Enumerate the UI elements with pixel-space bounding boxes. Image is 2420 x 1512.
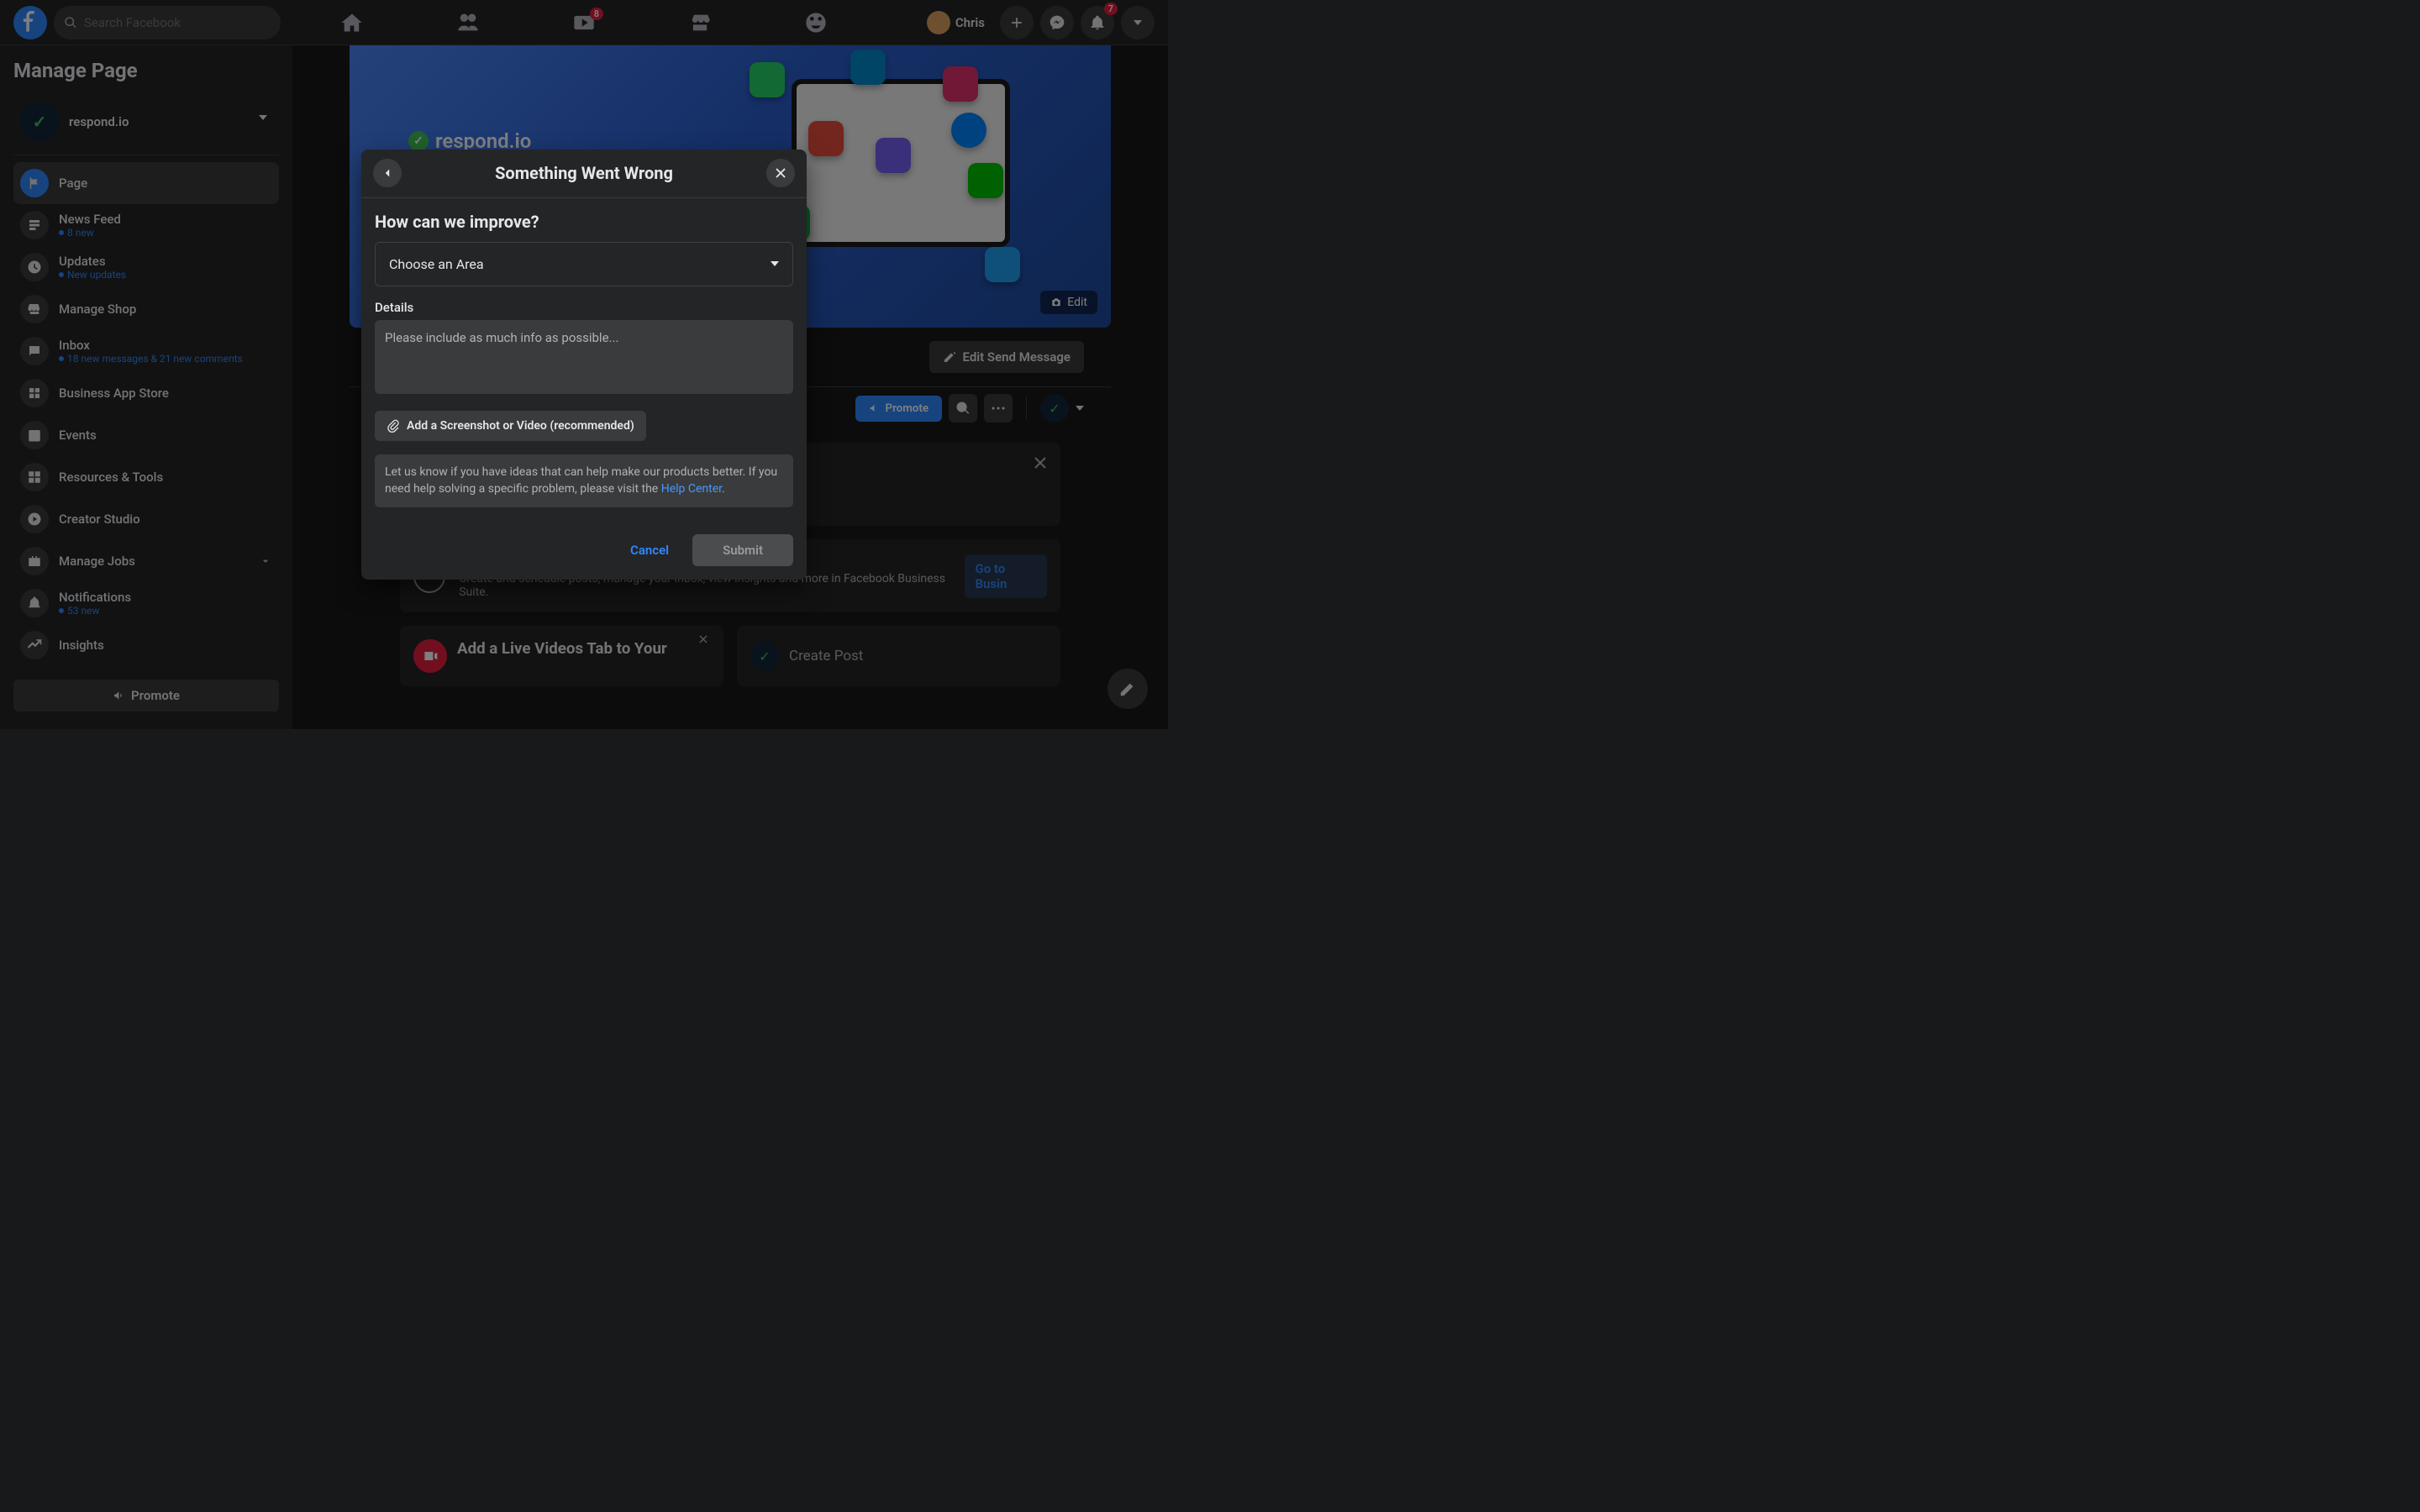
modal-body: How can we improve? Choose an Area Detai… — [361, 198, 807, 521]
close-button[interactable] — [766, 159, 795, 187]
feedback-modal: Something Went Wrong How can we improve?… — [361, 150, 807, 580]
attachment-icon — [387, 419, 400, 433]
submit-button[interactable]: Submit — [692, 534, 793, 566]
info-box: Let us know if you have ideas that can h… — [375, 454, 793, 507]
details-textarea[interactable] — [375, 320, 793, 394]
select-placeholder: Choose an Area — [389, 256, 484, 272]
arrow-left-icon — [380, 165, 395, 181]
help-center-link[interactable]: Help Center — [661, 482, 722, 496]
back-button[interactable] — [373, 159, 402, 187]
modal-footer: Cancel Submit — [361, 521, 807, 580]
details-label: Details — [375, 300, 793, 315]
modal-overlay[interactable]: Something Went Wrong How can we improve?… — [0, 0, 1168, 729]
cancel-button[interactable]: Cancel — [613, 534, 686, 566]
modal-question: How can we improve? — [375, 212, 793, 232]
attach-label: Add a Screenshot or Video (recommended) — [407, 419, 634, 433]
modal-header: Something Went Wrong — [361, 150, 807, 198]
modal-title: Something Went Wrong — [495, 163, 673, 183]
caret-down-icon — [771, 261, 779, 266]
close-icon — [773, 165, 788, 181]
attach-button[interactable]: Add a Screenshot or Video (recommended) — [375, 411, 646, 441]
area-select[interactable]: Choose an Area — [375, 242, 793, 286]
